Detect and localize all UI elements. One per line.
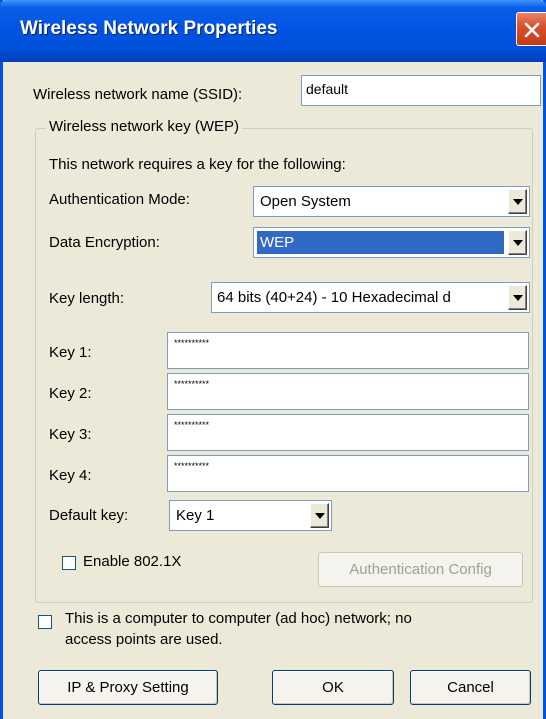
data-encryption-dropdown-button[interactable] (508, 230, 527, 255)
key4-label: Key 4: (49, 467, 92, 484)
key3-label: Key 3: (49, 426, 92, 443)
cancel-button[interactable]: Cancel (410, 670, 531, 705)
chevron-down-icon (513, 294, 523, 301)
default-key-select[interactable]: Key 1 (169, 500, 332, 531)
key-length-value: 64 bits (40+24) - 10 Hexadecimal d (217, 289, 451, 306)
chevron-down-icon (315, 512, 325, 519)
key-length-select[interactable]: 64 bits (40+24) - 10 Hexadecimal d (211, 282, 530, 313)
enable-8021x-checkbox[interactable] (62, 556, 76, 570)
dialog-window: Wireless Network Properties Wireless net… (0, 0, 546, 719)
ok-label: OK (322, 679, 344, 696)
adhoc-checkbox[interactable] (38, 615, 52, 629)
adhoc-label-line2: access points are used. (65, 631, 223, 648)
cancel-label: Cancel (447, 679, 494, 696)
key-length-label: Key length: (49, 290, 125, 307)
close-button[interactable] (516, 12, 546, 46)
authentication-config-label: Authentication Config (349, 561, 492, 578)
key1-input[interactable]: ********** (167, 332, 529, 369)
wep-group-legend: Wireless network key (WEP) (46, 118, 243, 135)
data-encryption-select[interactable]: WEP (253, 227, 530, 258)
ip-proxy-setting-label: IP & Proxy Setting (67, 679, 189, 696)
auth-mode-select[interactable]: Open System (253, 186, 530, 217)
ssid-input[interactable]: default (301, 75, 541, 106)
ok-button[interactable]: OK (272, 670, 394, 705)
key-length-dropdown-button[interactable] (508, 285, 527, 310)
chevron-down-icon (513, 239, 523, 246)
ip-proxy-setting-button[interactable]: IP & Proxy Setting (38, 670, 218, 705)
auth-mode-dropdown-button[interactable] (508, 189, 527, 214)
ssid-label: Wireless network name (SSID): (33, 86, 243, 103)
default-key-label: Default key: (49, 507, 129, 524)
key2-label: Key 2: (49, 385, 92, 402)
authentication-config-button[interactable]: Authentication Config (318, 552, 523, 587)
default-key-value: Key 1 (176, 507, 215, 524)
data-encryption-label: Data Encryption: (49, 234, 160, 251)
enable-8021x-label: Enable 802.1X (83, 553, 182, 570)
chevron-down-icon (513, 198, 523, 205)
title-bar[interactable]: Wireless Network Properties (0, 0, 546, 62)
data-encryption-value: WEP (257, 231, 504, 254)
window-title: Wireless Network Properties (20, 18, 278, 39)
adhoc-label-line1: This is a computer to computer (ad hoc) … (65, 610, 412, 627)
key4-input[interactable]: ********** (167, 455, 529, 492)
wep-intro-text: This network requires a key for the foll… (49, 156, 346, 173)
default-key-dropdown-button[interactable] (310, 503, 329, 528)
key2-input[interactable]: ********** (167, 373, 529, 410)
key3-input[interactable]: ********** (167, 414, 529, 451)
close-icon (524, 22, 540, 38)
auth-mode-label: Authentication Mode: (49, 191, 190, 208)
key1-label: Key 1: (49, 344, 92, 361)
auth-mode-value: Open System (260, 193, 351, 210)
